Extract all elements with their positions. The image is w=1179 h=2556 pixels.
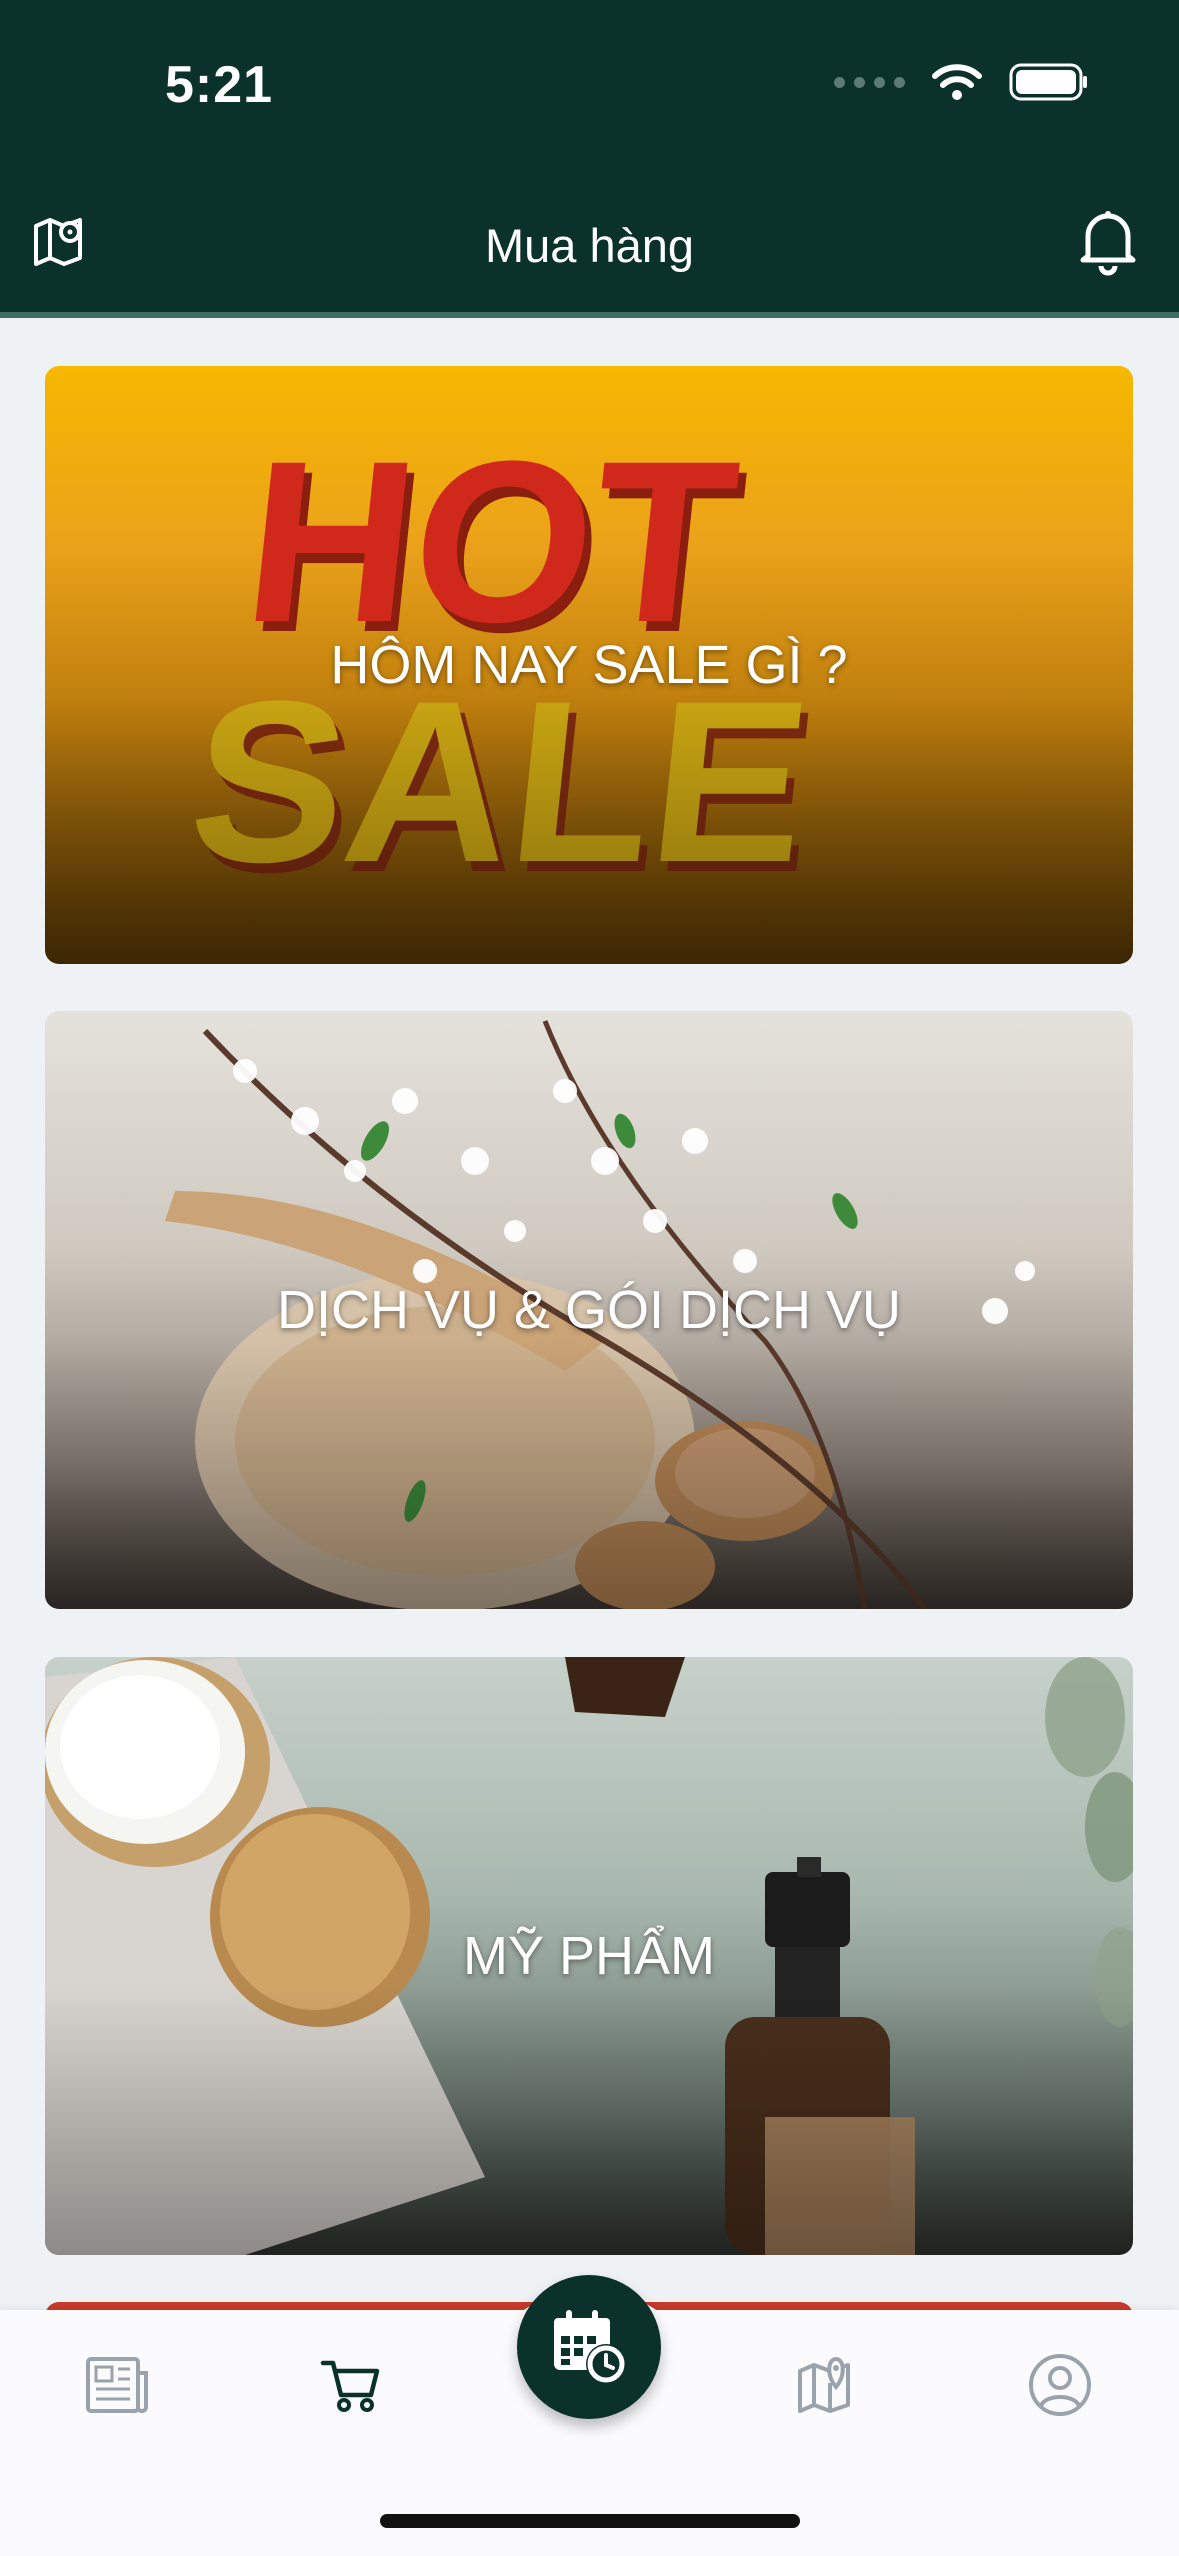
wifi-icon <box>932 64 982 100</box>
nav-profile-tab[interactable] <box>1020 2345 1100 2425</box>
card-label-sale: HÔM NAY SALE GÌ ? <box>330 635 848 695</box>
hot-sale-card[interactable]: HOT HOT SALE SALE HÔM NAY SALE GÌ ? <box>45 366 1133 964</box>
card-label-services: DỊCH VỤ & GÓI DỊCH VỤ <box>276 1280 902 1340</box>
nav-map-tab[interactable] <box>786 2345 866 2425</box>
services-card[interactable]: DỊCH VỤ & GÓI DỊCH VỤ <box>45 1011 1133 1609</box>
nav-news-tab[interactable] <box>77 2345 157 2425</box>
battery-icon <box>1009 63 1087 101</box>
news-icon <box>86 2357 148 2413</box>
status-icons <box>834 62 1089 102</box>
status-time: 5:21 <box>165 56 274 114</box>
card-label-cosmetics: MỸ PHẨM <box>462 1926 716 1986</box>
home-indicator[interactable] <box>380 2514 800 2528</box>
notifications-button[interactable] <box>1073 206 1149 282</box>
signal-icon <box>834 76 905 88</box>
cosmetics-card[interactable]: MỸ PHẨM <box>45 1657 1133 2255</box>
calendar-clock-icon <box>554 2310 626 2384</box>
booking-fab-button[interactable] <box>517 2275 661 2419</box>
nav-cart-tab[interactable] <box>311 2345 391 2425</box>
bell-icon <box>1080 211 1136 276</box>
cart-icon <box>320 2360 380 2412</box>
map-icon <box>798 2356 850 2413</box>
header-divider <box>0 312 1179 318</box>
hot-text: HOT <box>235 413 748 670</box>
app-header: 5:21 Mua hàng <box>0 0 1179 318</box>
user-icon <box>1029 2354 1091 2416</box>
page-title: Mua hàng <box>484 219 695 272</box>
